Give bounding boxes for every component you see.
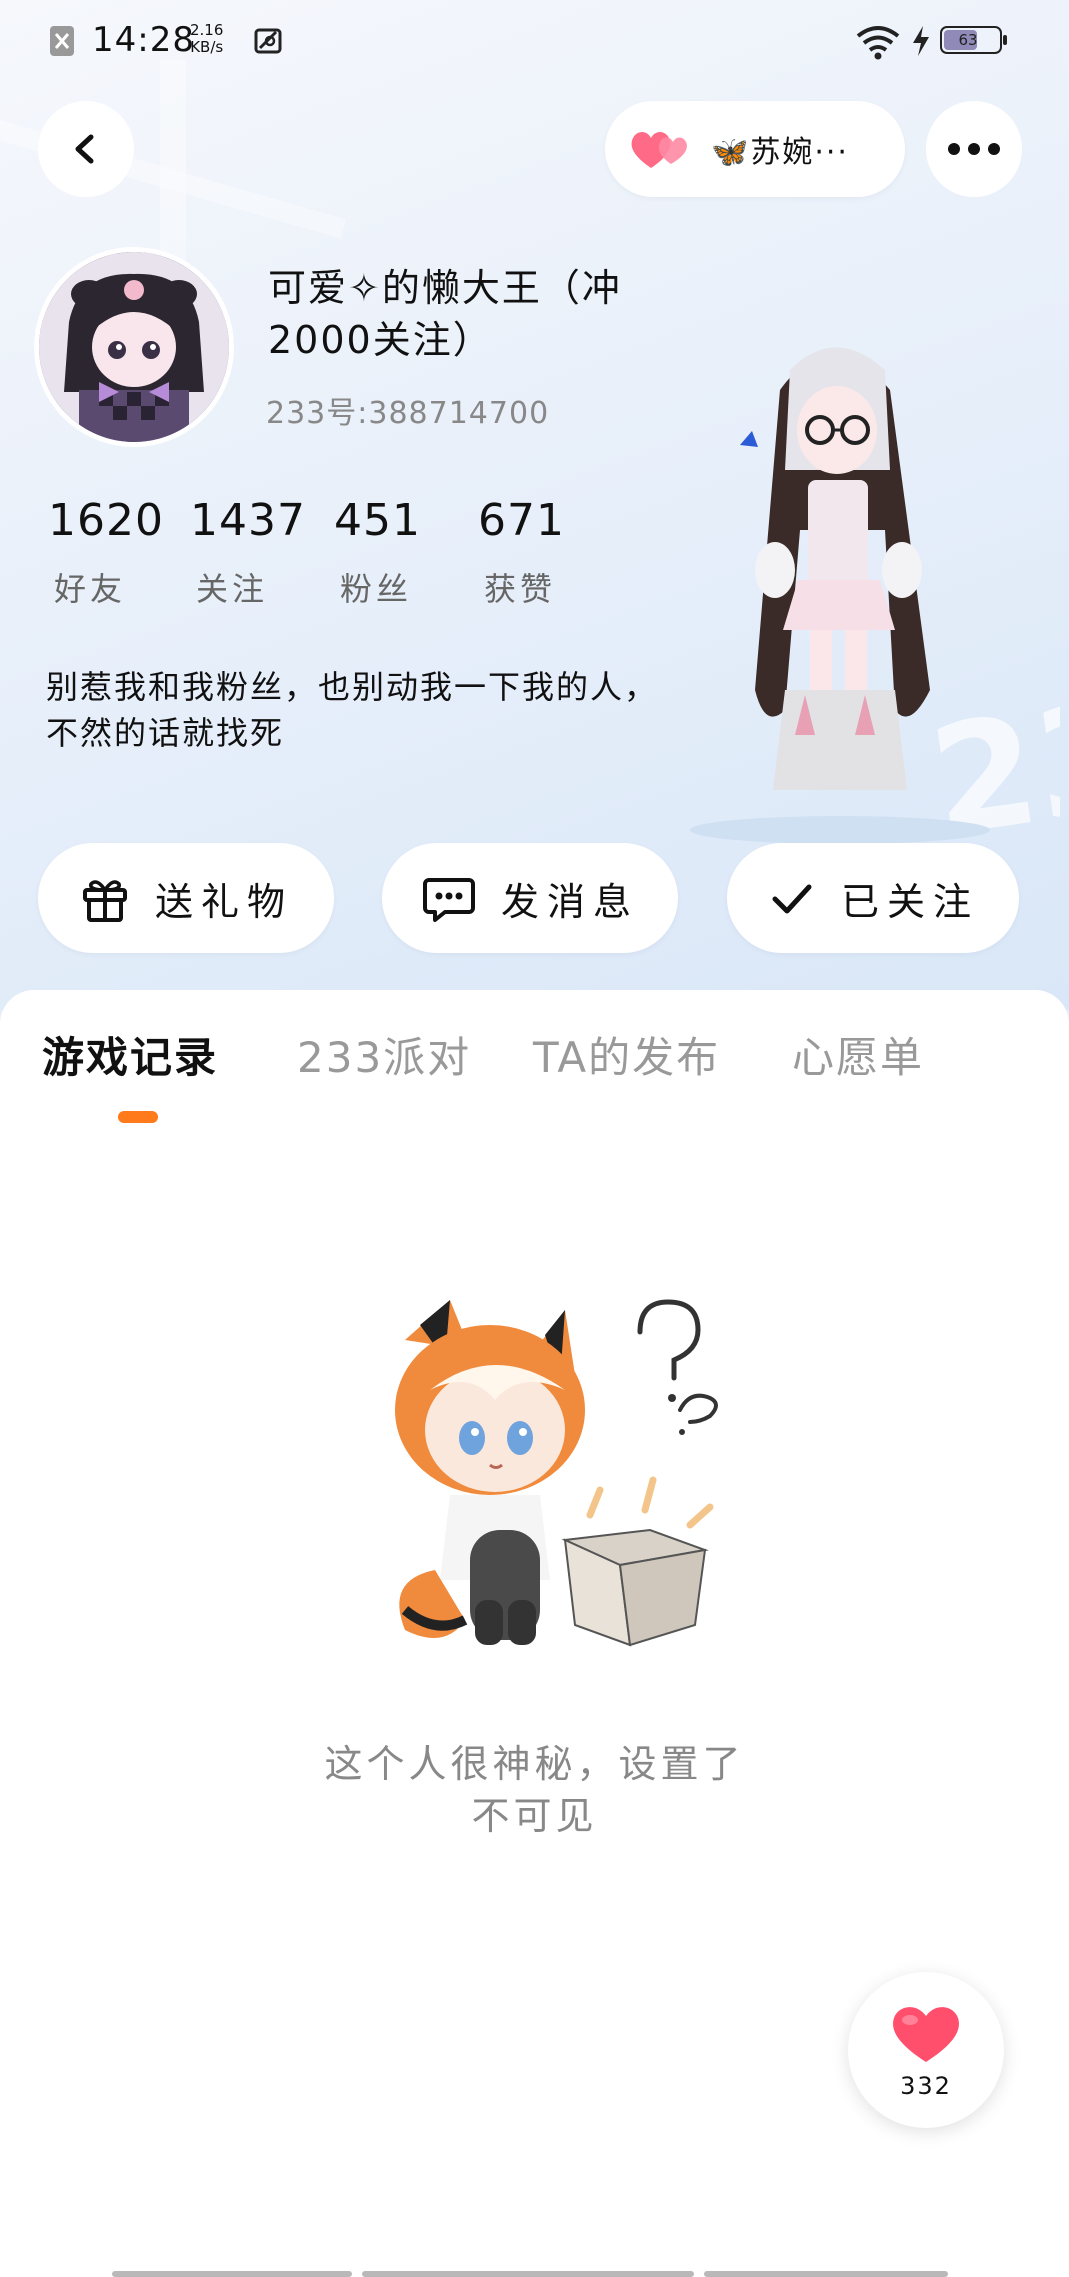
nav-bar-segment [704, 2271, 948, 2277]
tab-233-party[interactable]: 233派对 [297, 1024, 471, 1085]
chevron-left-icon [75, 134, 94, 164]
nav-bar-segment [112, 2271, 352, 2277]
tab-game-records[interactable]: 游戏记录 [42, 1024, 218, 1085]
double-heart-icon [631, 132, 687, 168]
checkmark-icon [772, 884, 812, 914]
visitor-pill[interactable]: 🦋苏婉··· [605, 101, 905, 197]
like-count: 332 [900, 2072, 952, 2100]
chat-bubble-icon [422, 878, 475, 922]
like-button[interactable]: 332 [848, 1972, 1004, 2128]
avatar[interactable] [34, 247, 234, 447]
stat-likes[interactable]: 671 获赞 [478, 495, 608, 610]
more-dots-icon [948, 143, 1000, 155]
wifi-icon [856, 26, 900, 60]
profile-name: 可爱✧的懒大王（冲2000关注） [268, 266, 622, 362]
empty-state-message: 这个人很神秘，设置了 不可见 [324, 1742, 745, 1838]
followed-button[interactable]: 已关注 [727, 843, 1019, 953]
profile-uid: 233号:388714700 [266, 396, 550, 431]
status-bar: 14:28 2.16 KB/s 63 [0, 14, 1069, 74]
send-message-label: 发消息 [500, 879, 639, 924]
visitor-name: 🦋苏婉··· [711, 135, 849, 170]
stat-following[interactable]: 1437 关注 [190, 495, 320, 610]
heart-icon [893, 2007, 959, 2062]
nav-bar-segment [362, 2271, 694, 2277]
battery-indicator: 63 [940, 26, 1007, 54]
send-gift-label: 送礼物 [154, 879, 293, 924]
net-speed: 2.16 KB/s [190, 21, 224, 56]
tab-indicator [118, 1111, 158, 1123]
screenshot-icon [254, 28, 282, 54]
tab-ta-posts[interactable]: TA的发布 [533, 1024, 720, 1085]
stat-friends[interactable]: 1620 好友 [48, 495, 178, 610]
character-avatar-3d[interactable]: 233 [680, 330, 1060, 850]
status-time: 14:28 [92, 20, 195, 60]
charging-icon [913, 26, 929, 56]
gift-icon [82, 880, 127, 922]
tab-wishlist[interactable]: 心愿单 [792, 1024, 924, 1085]
followed-label: 已关注 [840, 879, 979, 924]
avatar-illustration [39, 252, 229, 442]
back-button[interactable] [38, 101, 134, 197]
stat-fans[interactable]: 451 粉丝 [334, 495, 464, 610]
send-message-button[interactable]: 发消息 [382, 843, 678, 953]
sim-off-icon [50, 26, 74, 56]
empty-state-illustration [395, 1299, 718, 1647]
profile-bio: 别惹我和我粉丝，也别动我一下我的人，不然的话就找死 [46, 668, 659, 752]
send-gift-button[interactable]: 送礼物 [38, 843, 334, 953]
more-button[interactable] [926, 101, 1022, 197]
